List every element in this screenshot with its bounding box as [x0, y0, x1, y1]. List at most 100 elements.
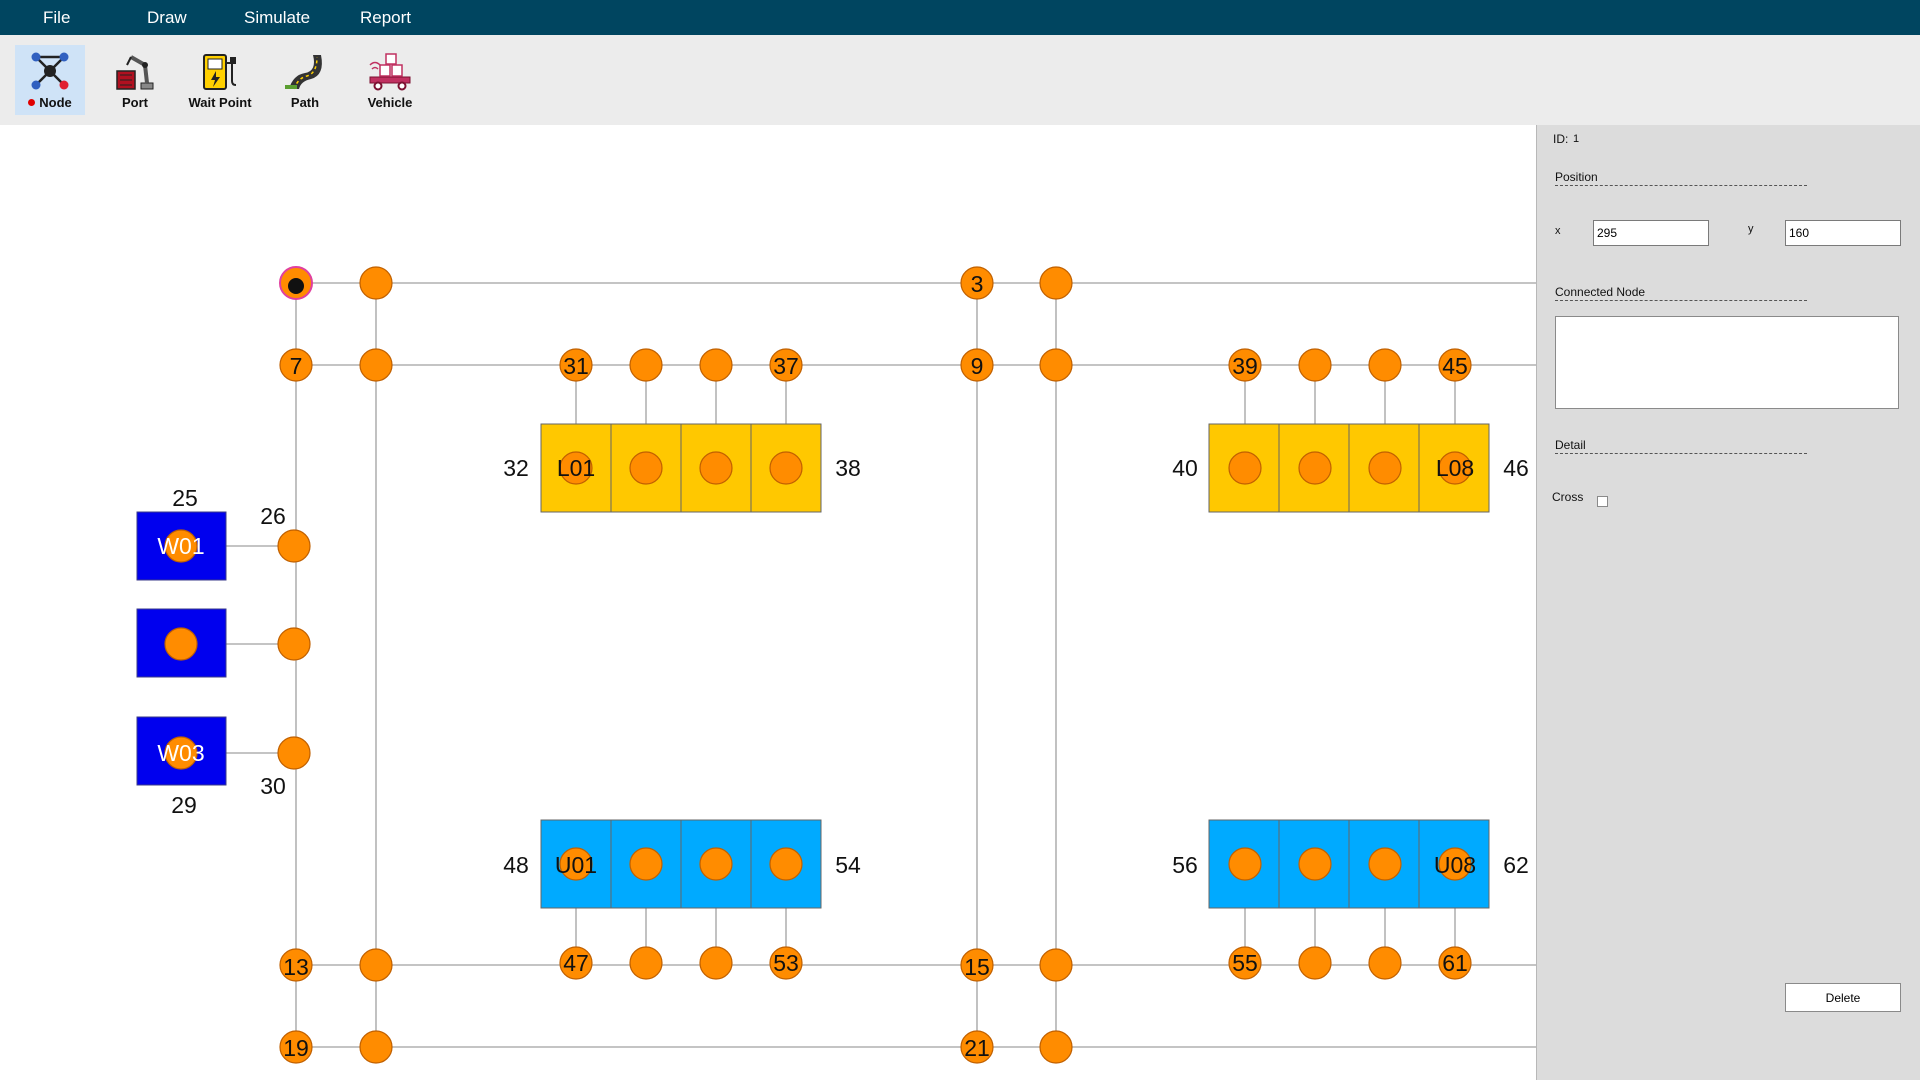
node-label: 9 — [971, 353, 984, 379]
port-node[interactable] — [699, 451, 733, 485]
menu-draw[interactable]: Draw — [147, 0, 187, 35]
connected-node-title: Connected Node — [1555, 285, 1807, 301]
node-label: 61 — [1442, 950, 1468, 976]
cross-label: Cross — [1552, 490, 1584, 504]
toolbar: Node Port Wait Point Path Vehicle — [0, 35, 1920, 125]
port-node[interactable] — [1368, 451, 1402, 485]
port-node[interactable] — [629, 451, 663, 485]
port-label: U08 — [1434, 852, 1476, 878]
node-label: 46 — [1503, 455, 1529, 481]
node-label: 62 — [1503, 852, 1529, 878]
path-tool-label: Path — [290, 95, 320, 110]
x-input[interactable] — [1593, 220, 1709, 246]
node-label: 29 — [171, 792, 197, 818]
node[interactable] — [1039, 266, 1073, 300]
vehicle-tool-label: Vehicle — [367, 95, 413, 110]
node[interactable] — [277, 627, 311, 661]
selection-cursor-icon — [288, 278, 304, 294]
node-label: 25 — [172, 485, 198, 511]
node[interactable] — [359, 948, 393, 982]
port-node[interactable] — [1298, 847, 1332, 881]
network-nodes-icon — [31, 52, 69, 90]
node[interactable] — [359, 266, 393, 300]
detail-title: Detail — [1555, 438, 1807, 454]
node[interactable] — [359, 348, 393, 382]
node-label: 31 — [563, 353, 589, 379]
node-label: 7 — [290, 353, 303, 379]
delete-button[interactable]: Delete — [1785, 983, 1901, 1012]
port-node[interactable] — [769, 847, 803, 881]
vehicle-tool-button[interactable]: Vehicle — [355, 45, 425, 115]
node[interactable] — [699, 946, 733, 980]
node[interactable] — [1368, 348, 1402, 382]
port-node[interactable] — [699, 847, 733, 881]
wait-point-label: W01 — [157, 533, 204, 559]
node[interactable] — [629, 946, 663, 980]
node-label: 30 — [260, 773, 286, 799]
y-label: y — [1748, 223, 1754, 235]
menu-report[interactable]: Report — [360, 0, 411, 35]
road-path-icon — [285, 55, 322, 90]
node[interactable] — [1039, 1030, 1073, 1064]
port-node[interactable] — [1368, 847, 1402, 881]
wait-point-node[interactable] — [164, 627, 198, 661]
node[interactable] — [277, 736, 311, 770]
cross-checkbox[interactable] — [1597, 496, 1608, 507]
port-node[interactable] — [629, 847, 663, 881]
node-label: 54 — [835, 852, 861, 878]
port-node[interactable] — [1228, 847, 1262, 881]
node-label: 21 — [964, 1035, 990, 1061]
nodes-layer — [164, 266, 1472, 1064]
node-label: 39 — [1232, 353, 1258, 379]
node-tool-label: Node — [39, 95, 72, 110]
node-label: 38 — [835, 455, 861, 481]
cargo-vehicle-icon — [369, 53, 411, 91]
connected-node-list[interactable] — [1555, 316, 1899, 409]
wait-point-label: W03 — [157, 740, 204, 766]
path-tool-button[interactable]: Path — [270, 45, 340, 115]
port-label: L08 — [1436, 455, 1474, 481]
wait-point-tool-button[interactable]: Wait Point — [185, 45, 255, 115]
id-value: 1 — [1573, 133, 1580, 145]
node[interactable] — [277, 529, 311, 563]
menu-bar: File Draw Simulate Report — [0, 0, 1920, 35]
node[interactable] — [1039, 348, 1073, 382]
port-label: U01 — [555, 852, 597, 878]
node[interactable] — [1298, 946, 1332, 980]
node[interactable] — [359, 1030, 393, 1064]
node-label: 47 — [563, 950, 589, 976]
menu-simulate[interactable]: Simulate — [244, 0, 310, 35]
node-tool-button[interactable]: Node — [15, 45, 85, 115]
robot-arm-port-icon — [116, 55, 154, 90]
menu-file[interactable]: File — [43, 0, 70, 35]
x-label: x — [1555, 225, 1561, 237]
layout-canvas[interactable]: 3 7 9 13 15 19 21 25 26 29 30 31 32 37 38 39 40 45 46 47 48 5… — [0, 125, 1536, 1080]
node-label: 32 — [503, 455, 529, 481]
port-node[interactable] — [769, 451, 803, 485]
node-label: 37 — [773, 353, 799, 379]
properties-panel: ID: 1 Position x y Connected Node Detail… — [1536, 125, 1920, 1080]
node-label: 13 — [283, 954, 309, 980]
node-label: 26 — [260, 503, 286, 529]
node-label: 15 — [964, 954, 990, 980]
layout-drawing: 37 913 1519 2125262930313237383940454647485… — [136, 266, 1536, 1064]
node[interactable] — [1298, 348, 1332, 382]
node[interactable] — [1039, 948, 1073, 982]
node[interactable] — [629, 348, 663, 382]
port-node[interactable] — [1298, 451, 1332, 485]
y-input[interactable] — [1785, 220, 1901, 246]
node-label: 48 — [503, 852, 529, 878]
node-label: 40 — [1172, 455, 1198, 481]
node-label: 56 — [1172, 852, 1198, 878]
port-node[interactable] — [1228, 451, 1262, 485]
active-indicator — [28, 99, 36, 106]
node-label: 55 — [1232, 950, 1258, 976]
node[interactable] — [1368, 946, 1402, 980]
node[interactable] — [699, 348, 733, 382]
paths-layer — [181, 282, 1536, 1048]
node-label: 19 — [283, 1035, 309, 1061]
wait-point-tool-label: Wait Point — [188, 95, 252, 110]
labels-layer: 37 913 1519 2125262930313237383940454647485… — [157, 271, 1528, 1061]
port-tool-button[interactable]: Port — [100, 45, 170, 115]
node-label: 3 — [971, 271, 984, 297]
